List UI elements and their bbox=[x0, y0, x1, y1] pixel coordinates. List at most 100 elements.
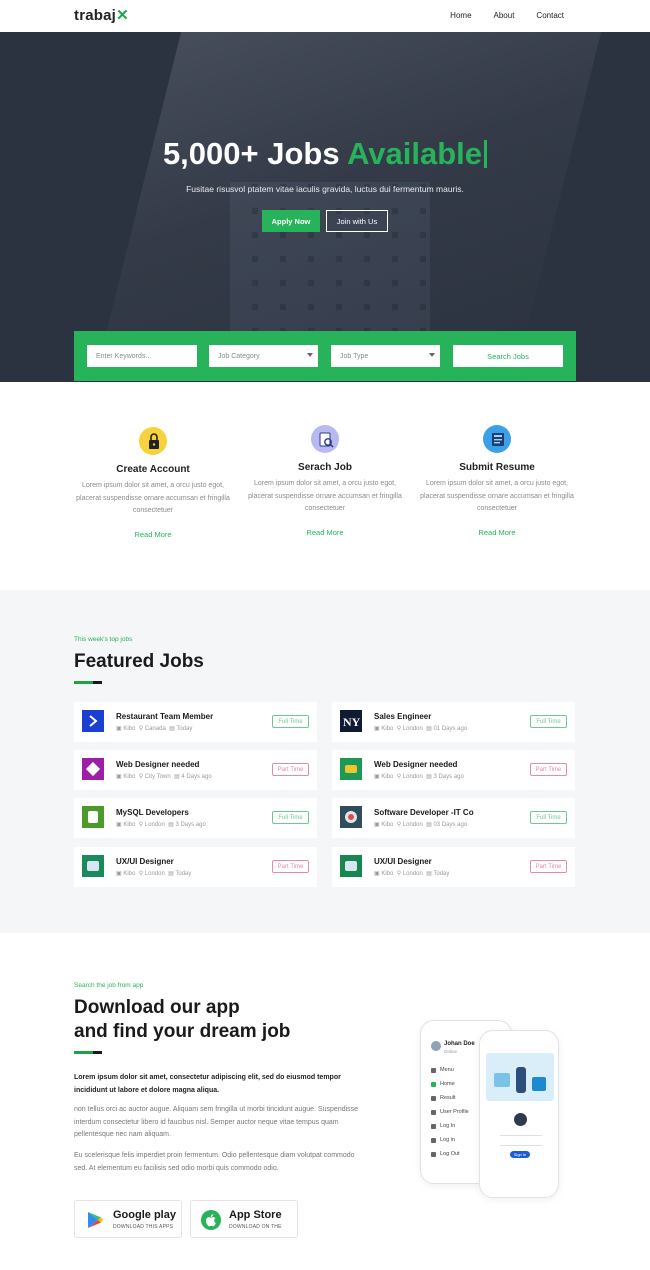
job-type-badge: Part Time bbox=[272, 763, 309, 776]
job-meta: ▣ Kibo ⚲ City Town ▤ 4 Days ago bbox=[116, 774, 212, 780]
job-date: 3 Days ago bbox=[175, 822, 206, 828]
job-type-select[interactable]: Job Type bbox=[331, 345, 440, 367]
job-card[interactable]: Web Designer needed ▣ Kibo ⚲ City Town ▤… bbox=[74, 750, 317, 790]
job-type-badge: Part Time bbox=[530, 763, 567, 776]
nav-about-link[interactable]: About bbox=[494, 11, 515, 20]
phone-menu-item: Log In bbox=[431, 1123, 455, 1129]
phone-menu-label: Result bbox=[440, 1095, 456, 1101]
job-card[interactable]: Restaurant Team Member ▣ Kibo ⚲ Canada ▤… bbox=[74, 702, 317, 742]
nav-contact-link[interactable]: Contact bbox=[536, 11, 564, 20]
google-play-button[interactable]: Google play DOWNLOAD THIS APPS bbox=[74, 1200, 182, 1238]
job-type-badge: Full Time bbox=[530, 715, 567, 728]
title-underline bbox=[74, 681, 102, 684]
read-more-link[interactable]: Read More bbox=[417, 528, 577, 537]
step-submit-resume: Submit Resume Lorem ipsum dolor sit amet… bbox=[417, 425, 577, 537]
phone-user-status: Online bbox=[444, 1049, 458, 1054]
job-date: 03 Days ago bbox=[433, 822, 468, 828]
job-card[interactable]: MySQL Developers ▣ Kibo ⚲ London ▤ 3 Day… bbox=[74, 798, 317, 838]
search-document-icon bbox=[311, 425, 339, 453]
job-card[interactable]: UX/UI Designer ▣ Kibo ⚲ London ▤ Today P… bbox=[74, 847, 317, 887]
chevron-down-icon bbox=[429, 353, 435, 357]
step-title: Submit Resume bbox=[459, 462, 535, 473]
keywords-input[interactable]: Enter Keywords... bbox=[87, 345, 197, 367]
home-icon bbox=[431, 1081, 436, 1087]
hero-title-main: 5,000+ Jobs bbox=[162, 136, 340, 171]
job-title[interactable]: Web Designer needed bbox=[116, 760, 199, 769]
job-title[interactable]: UX/UI Designer bbox=[374, 857, 432, 866]
job-title[interactable]: Web Designer needed bbox=[374, 760, 457, 769]
job-meta: ▣ Kibo ⚲ London ▤ 3 Days ago bbox=[116, 822, 206, 828]
app-kicker: Search the job from app bbox=[74, 982, 144, 989]
job-meta: ▣ Kibo ⚲ London ▤ 3 Days ago bbox=[374, 774, 464, 780]
login-icon bbox=[431, 1137, 436, 1143]
app-store-button[interactable]: App Store DOWNLOAD ON THE bbox=[190, 1200, 298, 1238]
hero-subtitle: Fusitae risusvol ptatem vitae iaculis gr… bbox=[186, 184, 464, 194]
job-title[interactable]: MySQL Developers bbox=[116, 808, 189, 817]
job-location: London bbox=[144, 822, 165, 828]
phone-menu-label: Menu bbox=[440, 1067, 454, 1073]
job-type-label: Job Type bbox=[340, 352, 369, 360]
job-type-badge: Part Time bbox=[272, 860, 309, 873]
job-card[interactable]: UX/UI Designer ▣ Kibo ⚲ London ▤ Today P… bbox=[332, 847, 575, 887]
read-more-link[interactable]: Read More bbox=[245, 528, 405, 537]
company-name: Kibo bbox=[381, 822, 394, 828]
job-card[interactable]: Software Developer -IT Co ▣ Kibo ⚲ Londo… bbox=[332, 798, 575, 838]
company-name: Kibo bbox=[123, 774, 136, 780]
phone-password-field bbox=[500, 1141, 542, 1146]
job-title[interactable]: Sales Engineer bbox=[374, 712, 431, 721]
phone-illustration bbox=[486, 1053, 554, 1101]
company-logo-icon bbox=[340, 806, 362, 828]
job-category-select[interactable]: Job Category bbox=[209, 345, 318, 367]
search-jobs-button[interactable]: Search Jobs bbox=[453, 345, 563, 367]
phone-menu-label: User Profile bbox=[440, 1109, 469, 1115]
app-paragraph-2: Eu scelerisque felis imperdiet proin fer… bbox=[74, 1152, 355, 1172]
company-name: Kibo bbox=[123, 871, 136, 877]
job-title[interactable]: Restaurant Team Member bbox=[116, 712, 213, 721]
job-title[interactable]: Software Developer -IT Co bbox=[374, 808, 474, 817]
featured-title: Featured Jobs bbox=[74, 651, 204, 672]
company-logo-icon bbox=[82, 710, 104, 732]
job-location: London bbox=[402, 726, 423, 732]
hero-section: 5,000+ Jobs Available Fusitae risusvol p… bbox=[0, 32, 650, 382]
phone-menu-label: Home bbox=[440, 1081, 455, 1087]
hero-keyboard-decoration bbox=[230, 182, 430, 352]
job-date: 3 Days ago bbox=[433, 774, 464, 780]
company-name: Kibo bbox=[123, 822, 136, 828]
nav-home-link[interactable]: Home bbox=[450, 11, 471, 20]
svg-text:NY: NY bbox=[343, 715, 361, 729]
job-card[interactable]: NY Sales Engineer ▣ Kibo ⚲ London ▤ 01 D… bbox=[332, 702, 575, 742]
lock-icon bbox=[139, 427, 167, 455]
step-title: Serach Job bbox=[298, 462, 352, 473]
phone-username-field bbox=[500, 1131, 542, 1136]
app-title: Download our app and find your dream job bbox=[74, 996, 394, 1044]
job-location: London bbox=[402, 822, 423, 828]
job-meta: ▣ Kibo ⚲ Canada ▤ Today bbox=[116, 726, 193, 732]
job-title[interactable]: UX/UI Designer bbox=[116, 857, 174, 866]
google-play-title: Google play bbox=[113, 1209, 176, 1221]
company-logo-icon bbox=[340, 855, 362, 877]
job-type-badge: Part Time bbox=[530, 860, 567, 873]
job-type-badge: Full Time bbox=[530, 811, 567, 824]
apply-now-button[interactable]: Apply Now bbox=[262, 210, 320, 232]
step-text: Lorem ipsum dolor sit amet, a orcu justo… bbox=[248, 480, 402, 512]
job-date: Today bbox=[176, 726, 193, 732]
site-logo[interactable]: trabaj✕ bbox=[74, 6, 129, 24]
read-more-link[interactable]: Read More bbox=[73, 530, 233, 539]
job-location: City Town bbox=[144, 774, 171, 780]
step-search-job: Serach Job Lorem ipsum dolor sit amet, a… bbox=[245, 425, 405, 537]
company-logo-icon: NY bbox=[340, 710, 362, 732]
typing-caret bbox=[484, 140, 488, 168]
search-icon bbox=[431, 1095, 436, 1101]
company-name: Kibo bbox=[123, 726, 136, 732]
logout-icon bbox=[431, 1151, 436, 1157]
user-icon bbox=[431, 1109, 436, 1115]
featured-kicker: This week's top jobs bbox=[74, 636, 133, 643]
featured-jobs-section: This week's top jobs Featured Jobs Resta… bbox=[0, 590, 650, 933]
menu-icon bbox=[431, 1067, 436, 1073]
app-title-line-1: Download our app bbox=[74, 997, 240, 1018]
title-underline bbox=[74, 1051, 102, 1054]
job-card[interactable]: Web Designer needed ▣ Kibo ⚲ London ▤ 3 … bbox=[332, 750, 575, 790]
job-date: 01 Days ago bbox=[433, 726, 468, 732]
join-with-us-button[interactable]: Join with Us bbox=[326, 210, 388, 232]
job-meta: ▣ Kibo ⚲ London ▤ Today bbox=[116, 871, 192, 877]
